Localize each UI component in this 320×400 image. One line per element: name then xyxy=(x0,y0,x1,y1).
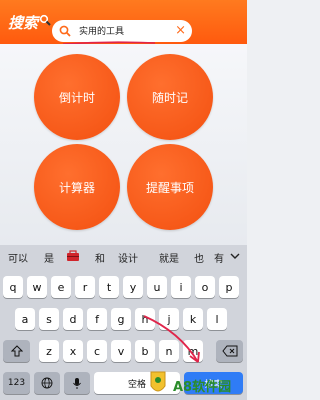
key-e[interactable]: e xyxy=(51,276,71,298)
suggestion-item[interactable]: 和 xyxy=(95,250,105,265)
key-z[interactable]: z xyxy=(39,340,59,362)
search-icon xyxy=(59,25,71,37)
tool-grid xyxy=(0,44,247,245)
key-r[interactable]: r xyxy=(75,276,95,298)
key-f[interactable]: f xyxy=(87,308,107,330)
chevron-down-icon[interactable] xyxy=(230,253,240,260)
backspace-icon xyxy=(221,345,237,357)
search-input[interactable]: 实用的工具 × xyxy=(52,20,192,42)
tool-calculator-button[interactable]: 计算器 xyxy=(34,144,120,230)
logo: 搜索 xyxy=(8,12,51,33)
app-header: 搜索 实用的工具 × xyxy=(0,0,247,45)
suggestion-item[interactable]: 有 xyxy=(214,250,224,265)
key-y[interactable]: y xyxy=(123,276,143,298)
key-q[interactable]: q xyxy=(3,276,23,298)
tool-label: 计算器 xyxy=(58,180,95,195)
key-t[interactable]: t xyxy=(99,276,119,298)
key-i[interactable]: i xyxy=(171,276,191,298)
key-s[interactable]: s xyxy=(39,308,59,330)
toolbox-emoji-icon[interactable] xyxy=(66,250,80,262)
shift-key[interactable] xyxy=(3,340,30,362)
key-d[interactable]: d xyxy=(63,308,83,330)
shift-icon xyxy=(10,345,23,357)
backspace-key[interactable] xyxy=(216,340,243,362)
suggestion-bar: 可以 是 和 设计 就是 也 有 xyxy=(0,245,247,267)
tool-label: 随时记 xyxy=(151,90,188,105)
suggestion-item[interactable]: 就是 xyxy=(159,250,179,265)
key-u[interactable]: u xyxy=(147,276,167,298)
suggestion-item[interactable]: 设计 xyxy=(118,250,138,265)
key-x[interactable]: x xyxy=(63,340,83,362)
suggestion-item[interactable]: 可以 xyxy=(8,250,28,265)
key-v[interactable]: v xyxy=(111,340,131,362)
key-g[interactable]: g xyxy=(111,308,131,330)
numbers-key[interactable]: 123 xyxy=(3,372,30,394)
watermark-text: A8软件园 xyxy=(173,380,232,395)
key-a[interactable]: a xyxy=(15,308,35,330)
microphone-icon xyxy=(73,377,81,389)
key-p[interactable]: p xyxy=(219,276,239,298)
tool-label: 提醒事项 xyxy=(145,180,194,195)
clear-icon[interactable]: × xyxy=(175,23,186,39)
key-w[interactable]: w xyxy=(27,276,47,298)
tool-label: 倒计时 xyxy=(58,90,95,105)
logo-text: 搜索 xyxy=(8,14,39,32)
globe-icon xyxy=(41,377,53,389)
suggestion-item[interactable]: 也 xyxy=(194,250,204,265)
search-query-text: 实用的工具 xyxy=(79,27,125,37)
globe-key[interactable] xyxy=(34,372,60,394)
microphone-key[interactable] xyxy=(64,372,90,394)
key-c[interactable]: c xyxy=(87,340,107,362)
annotation-arrow xyxy=(143,315,200,363)
tool-countdown-button[interactable]: 倒计时 xyxy=(34,54,120,140)
suggestion-item[interactable]: 是 xyxy=(44,250,54,265)
tool-notes-button[interactable]: 随时记 xyxy=(127,54,213,140)
key-l[interactable]: l xyxy=(207,308,227,330)
magnifier-logo-icon xyxy=(39,14,51,26)
key-o[interactable]: o xyxy=(195,276,215,298)
tool-reminders-button[interactable]: 提醒事项 xyxy=(127,144,213,230)
